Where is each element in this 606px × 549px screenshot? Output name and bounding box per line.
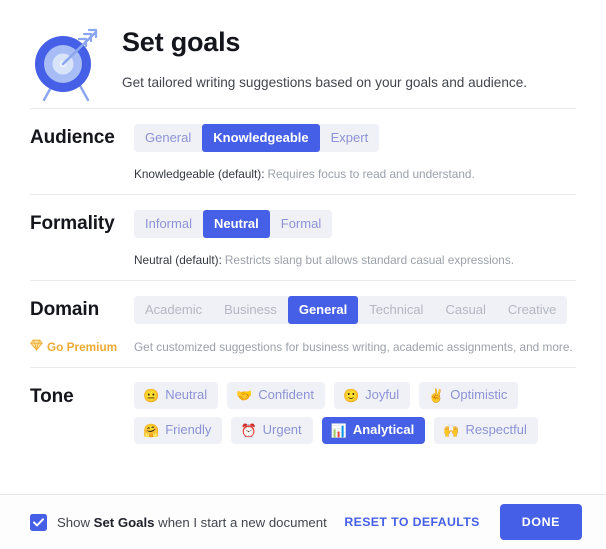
audience-help-text: Requires focus to read and understand. bbox=[267, 167, 475, 181]
formality-segmented-control[interactable]: Informal Neutral Formal bbox=[134, 210, 333, 238]
audience-segmented-control[interactable]: General Knowledgeable Expert bbox=[134, 124, 380, 152]
tone-chip-label: Optimistic bbox=[450, 387, 508, 402]
hugging-face-emoji: 🤗 bbox=[143, 422, 160, 438]
tone-chip-analytical[interactable]: 📊 Analytical bbox=[321, 417, 426, 444]
domain-segmented-control[interactable]: Academic Business General Technical Casu… bbox=[134, 296, 568, 324]
label-suffix: when I start a new document bbox=[154, 514, 327, 530]
section-audience: Audience General Knowledgeable Expert Kn… bbox=[30, 108, 576, 194]
tone-chip-urgent[interactable]: ⏰ Urgent bbox=[231, 417, 313, 444]
tone-row: Tone 😐 Neutral 🤝 Confident 🙂 Joyful ✌️ O… bbox=[30, 382, 576, 444]
tone-control: 😐 Neutral 🤝 Confident 🙂 Joyful ✌️ Optimi… bbox=[134, 382, 576, 444]
tone-chip-group: 😐 Neutral 🤝 Confident 🙂 Joyful ✌️ Optimi… bbox=[134, 382, 554, 444]
formality-help-text: Restricts slang but allows standard casu… bbox=[224, 253, 515, 267]
show-set-goals-checkbox[interactable] bbox=[30, 513, 47, 531]
audience-option-general[interactable]: General bbox=[134, 124, 203, 152]
formality-option-informal[interactable]: Informal bbox=[134, 210, 203, 238]
tone-chip-optimistic[interactable]: ✌️ Optimistic bbox=[419, 382, 519, 409]
formality-option-formal[interactable]: Formal bbox=[269, 210, 333, 238]
audience-label: Audience bbox=[30, 127, 115, 148]
label-bold: Set Goals bbox=[93, 514, 155, 530]
set-goals-dialog: Set goals Get tailored writing suggestio… bbox=[0, 0, 606, 549]
page-title: Set goals bbox=[122, 27, 241, 57]
section-tone: Tone 😐 Neutral 🤝 Confident 🙂 Joyful ✌️ O… bbox=[30, 367, 576, 456]
gem-icon bbox=[30, 339, 43, 355]
tone-chip-label: Neutral bbox=[165, 387, 208, 402]
audience-option-knowledgeable[interactable]: Knowledgeable bbox=[202, 124, 320, 152]
go-premium-label: Go Premium bbox=[47, 339, 118, 354]
domain-option-academic[interactable]: Academic bbox=[134, 296, 214, 324]
page-subtitle: Get tailored writing suggestions based o… bbox=[122, 74, 528, 90]
tone-chip-label: Urgent bbox=[262, 422, 302, 437]
domain-label: Domain bbox=[30, 299, 100, 320]
domain-row: Domain Academic Business General Technic… bbox=[30, 295, 576, 325]
audience-option-expert[interactable]: Expert bbox=[319, 124, 380, 152]
audience-help: Knowledgeable (default): Requires focus … bbox=[30, 167, 576, 182]
dialog-body: Set goals Get tailored writing suggestio… bbox=[0, 0, 606, 494]
domain-option-technical[interactable]: Technical bbox=[358, 296, 435, 324]
tone-chip-label: Respectful bbox=[465, 422, 527, 437]
slightly-smiling-face-emoji: 🙂 bbox=[342, 387, 360, 403]
tone-chip-confident[interactable]: 🤝 Confident bbox=[227, 382, 325, 409]
footer-left: Show Set Goals when I start a new docume… bbox=[30, 513, 344, 531]
tone-chip-neutral[interactable]: 😐 Neutral bbox=[134, 382, 219, 409]
formality-row: Formality Informal Neutral Formal bbox=[30, 209, 576, 239]
domain-option-general[interactable]: General bbox=[287, 296, 359, 324]
reset-to-defaults-link[interactable]: RESET TO DEFAULTS bbox=[344, 515, 479, 529]
bar-chart-emoji: 📊 bbox=[330, 422, 347, 438]
show-set-goals-label: Show Set Goals when I start a new docume… bbox=[57, 515, 327, 530]
domain-help: Go Premium Get customized suggestions fo… bbox=[30, 339, 576, 355]
section-domain: Domain Academic Business General Technic… bbox=[30, 280, 576, 367]
tone-chip-joyful[interactable]: 🙂 Joyful bbox=[333, 382, 411, 409]
dialog-footer: Show Set Goals when I start a new docume… bbox=[0, 494, 606, 549]
formality-help: Neutral (default): Restricts slang but a… bbox=[30, 253, 576, 268]
domain-help-text: Get customized suggestions for business … bbox=[134, 339, 573, 354]
neutral-face-emoji: 😐 bbox=[143, 387, 160, 403]
raising-hands-emoji: 🙌 bbox=[443, 422, 460, 438]
formality-help-strong: Neutral (default): bbox=[134, 253, 222, 267]
tone-chip-label: Confident bbox=[258, 387, 314, 402]
tone-chip-label: Analytical bbox=[352, 422, 415, 437]
header-text-block: Set goals Get tailored writing suggestio… bbox=[122, 22, 576, 91]
formality-option-neutral[interactable]: Neutral bbox=[202, 210, 270, 238]
formality-label: Formality bbox=[30, 213, 115, 234]
tone-chip-friendly[interactable]: 🤗 Friendly bbox=[134, 417, 223, 444]
audience-help-strong: Knowledgeable (default): bbox=[134, 167, 265, 181]
tone-label: Tone bbox=[30, 386, 74, 407]
checkmark-icon bbox=[33, 517, 44, 526]
formality-control: Informal Neutral Formal bbox=[134, 210, 576, 238]
tone-chip-label: Joyful bbox=[365, 387, 400, 402]
domain-option-business[interactable]: Business bbox=[213, 296, 288, 324]
audience-control: General Knowledgeable Expert bbox=[134, 124, 576, 152]
domain-option-casual[interactable]: Casual bbox=[434, 296, 497, 324]
go-premium-link[interactable]: Go Premium bbox=[30, 339, 134, 355]
dialog-header: Set goals Get tailored writing suggestio… bbox=[30, 0, 576, 108]
tone-chip-label: Friendly bbox=[165, 422, 212, 437]
tone-chip-respectful[interactable]: 🙌 Respectful bbox=[434, 417, 538, 444]
target-with-arrow-icon bbox=[30, 22, 122, 102]
handshake-emoji: 🤝 bbox=[236, 387, 253, 403]
label-prefix: Show bbox=[57, 514, 94, 530]
audience-row: Audience General Knowledgeable Expert bbox=[30, 123, 576, 153]
domain-option-creative[interactable]: Creative bbox=[496, 296, 568, 324]
victory-hand-emoji: ✌️ bbox=[428, 387, 445, 403]
done-button[interactable]: DONE bbox=[499, 504, 582, 540]
alarm-clock-emoji: ⏰ bbox=[240, 422, 257, 438]
domain-control: Academic Business General Technical Casu… bbox=[134, 296, 576, 324]
section-formality: Formality Informal Neutral Formal Neutra… bbox=[30, 194, 576, 280]
